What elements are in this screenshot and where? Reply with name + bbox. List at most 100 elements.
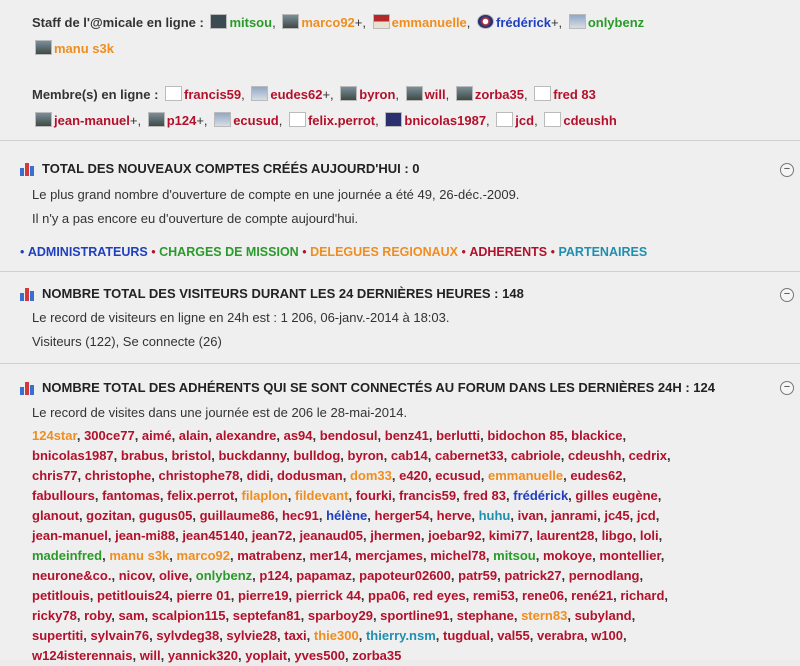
connected-user-link[interactable]: yoplait (245, 648, 287, 663)
connected-user-link[interactable]: ivan (518, 508, 544, 523)
user-link[interactable]: manu s3k (54, 41, 114, 56)
connected-user-link[interactable]: stephane (457, 608, 514, 623)
connected-user-link[interactable]: janrami (551, 508, 597, 523)
user-avatar-icon[interactable] (477, 14, 495, 29)
connected-user-link[interactable]: cabriole (511, 448, 561, 463)
connected-user-link[interactable]: dom33 (350, 468, 392, 483)
user-link[interactable]: will (425, 87, 446, 102)
user-link[interactable]: onlybenz (588, 15, 644, 30)
user-link[interactable]: fred 83 (553, 87, 596, 102)
connected-user-link[interactable]: ecusud (435, 468, 481, 483)
connected-user-link[interactable]: pierre 01 (177, 588, 231, 603)
user-avatar-icon[interactable] (385, 112, 403, 127)
connected-user-link[interactable]: benz41 (385, 428, 429, 443)
connected-user-link[interactable]: scalpion115 (152, 608, 226, 623)
connected-user-link[interactable]: brabus (121, 448, 164, 463)
role-link[interactable]: ADMINISTRATEURS (28, 245, 148, 259)
connected-user-link[interactable]: verabra (537, 628, 584, 643)
user-link[interactable]: eudes62 (270, 87, 322, 102)
connected-user-link[interactable]: gilles eugène (575, 488, 657, 503)
connected-user-link[interactable]: laurent28 (537, 528, 595, 543)
connected-user-link[interactable]: papoteur02600 (359, 568, 451, 583)
user-avatar-icon[interactable] (214, 112, 232, 127)
connected-user-link[interactable]: stern83 (521, 608, 567, 623)
user-avatar-icon[interactable] (35, 40, 52, 55)
connected-user-link[interactable]: jcd (637, 508, 656, 523)
user-avatar-icon[interactable] (35, 112, 52, 127)
user-link[interactable]: frédérick (496, 15, 551, 30)
connected-user-link[interactable]: thie300 (314, 628, 359, 643)
connected-user-link[interactable]: jc45 (604, 508, 629, 523)
collapse-toggle[interactable]: − (780, 381, 794, 395)
connected-user-link[interactable]: p124 (259, 568, 289, 583)
connected-user-link[interactable]: fabullours (32, 488, 95, 503)
connected-user-link[interactable]: blackice (571, 428, 622, 443)
connected-user-link[interactable]: septefan81 (233, 608, 301, 623)
connected-user-link[interactable]: pierrick 44 (296, 588, 361, 603)
user-avatar-icon[interactable] (210, 14, 228, 29)
connected-user-link[interactable]: jean72 (252, 528, 292, 543)
connected-user-link[interactable]: fildevant (295, 488, 348, 503)
user-link[interactable]: bnicolas1987 (404, 113, 486, 128)
connected-user-link[interactable]: felix.perrot (167, 488, 234, 503)
connected-user-link[interactable]: thierry.nsm (366, 628, 436, 643)
connected-user-link[interactable]: fred 83 (463, 488, 506, 503)
connected-user-link[interactable]: jean-mi88 (115, 528, 175, 543)
connected-user-link[interactable]: zorba35 (352, 648, 401, 663)
connected-user-link[interactable]: sam (119, 608, 145, 623)
connected-user-link[interactable]: will (140, 648, 161, 663)
connected-user-link[interactable]: patrick27 (504, 568, 561, 583)
connected-user-link[interactable]: petitlouis (32, 588, 90, 603)
user-link[interactable]: byron (359, 87, 395, 102)
user-avatar-icon[interactable] (496, 112, 514, 127)
user-link[interactable]: marco92 (301, 15, 354, 30)
connected-user-link[interactable]: patr59 (458, 568, 497, 583)
connected-user-link[interactable]: didi (247, 468, 270, 483)
user-link[interactable]: mitsou (229, 15, 272, 30)
connected-user-link[interactable]: mer14 (310, 548, 348, 563)
connected-user-link[interactable]: nicov (119, 568, 152, 583)
connected-user-link[interactable]: w124isterennais (32, 648, 132, 663)
connected-user-link[interactable]: aimé (142, 428, 172, 443)
connected-user-link[interactable]: jean-manuel (32, 528, 108, 543)
connected-user-link[interactable]: loli (640, 528, 659, 543)
user-link[interactable]: felix.perrot (308, 113, 375, 128)
collapse-toggle[interactable]: − (780, 288, 794, 302)
connected-user-link[interactable]: ppa06 (368, 588, 406, 603)
connected-user-link[interactable]: mitsou (493, 548, 536, 563)
connected-user-link[interactable]: yannick320 (168, 648, 238, 663)
connected-user-link[interactable]: frédérick (513, 488, 568, 503)
connected-user-link[interactable]: bulldog (293, 448, 340, 463)
connected-user-link[interactable]: herve (437, 508, 472, 523)
connected-user-link[interactable]: w100 (591, 628, 623, 643)
user-avatar-icon[interactable] (288, 112, 306, 127)
user-avatar-icon[interactable] (372, 14, 390, 29)
connected-user-link[interactable]: onlybenz (196, 568, 252, 583)
connected-user-link[interactable]: chris77 (32, 468, 78, 483)
role-link[interactable]: PARTENAIRES (558, 245, 647, 259)
connected-user-link[interactable]: richard (620, 588, 664, 603)
connected-user-link[interactable]: ricky78 (32, 608, 77, 623)
user-link[interactable]: francis59 (184, 87, 241, 102)
user-link[interactable]: jcd (515, 113, 534, 128)
connected-user-link[interactable]: yves500 (294, 648, 345, 663)
connected-user-link[interactable]: libgo (602, 528, 633, 543)
connected-user-link[interactable]: 124star (32, 428, 77, 443)
connected-user-link[interactable]: pierre19 (238, 588, 289, 603)
connected-user-link[interactable]: sylvain76 (91, 628, 150, 643)
connected-user-link[interactable]: rene06 (522, 588, 564, 603)
connected-user-link[interactable]: matrabenz (237, 548, 302, 563)
connected-user-link[interactable]: hec91 (282, 508, 319, 523)
user-link[interactable]: jean-manuel (54, 113, 130, 128)
connected-user-link[interactable]: manu s3k (109, 548, 169, 563)
connected-user-link[interactable]: huhu (479, 508, 511, 523)
connected-user-link[interactable]: fourki (356, 488, 392, 503)
user-avatar-icon[interactable] (544, 112, 562, 127)
connected-user-link[interactable]: emmanuelle (488, 468, 563, 483)
connected-user-link[interactable]: rené21 (571, 588, 613, 603)
connected-user-link[interactable]: glanout (32, 508, 79, 523)
connected-user-link[interactable]: petitlouis24 (97, 588, 169, 603)
connected-user-link[interactable]: red eyes (413, 588, 466, 603)
collapse-toggle[interactable]: − (780, 163, 794, 177)
connected-user-link[interactable]: filaplon (242, 488, 288, 503)
